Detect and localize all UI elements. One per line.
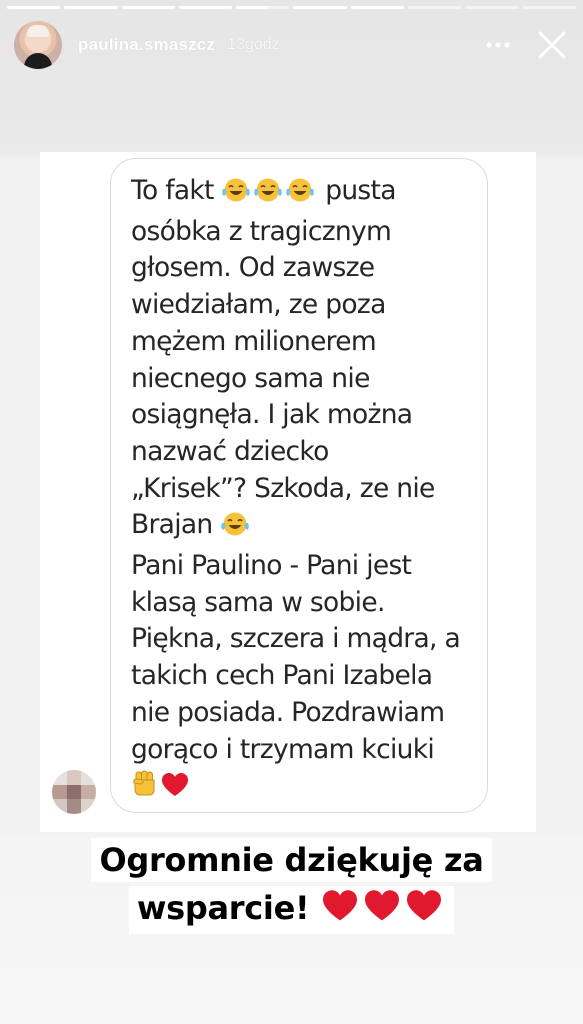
message-line: To fakt pusta [131, 173, 475, 214]
close-icon[interactable] [535, 28, 569, 62]
face-with-tears-of-joy-icon [221, 177, 251, 214]
progress-segment [522, 6, 576, 9]
story-header: paulina.smaszcz 13godz. [14, 18, 569, 72]
progress-segment [178, 6, 233, 9]
message-line: takich cech Pani Izabela [131, 660, 433, 692]
story-progress-bar [7, 6, 576, 9]
progress-segment [7, 6, 61, 9]
message-line: wiedziałam, ze poza [131, 289, 386, 321]
caption-text: wsparcie! [128, 886, 455, 934]
message-line: głosem. Od zawsze [131, 252, 375, 284]
message-line: niecnego sama nie [131, 362, 370, 394]
red-heart-icon [161, 772, 189, 809]
message-line: osóbka z tragicznym [131, 215, 392, 247]
message-bubble: To fakt pusta osóbka z tragicznym głosem… [110, 158, 488, 813]
sender-avatar [52, 770, 96, 814]
raised-fist-icon [131, 768, 159, 809]
message-line: nie posiada. Pozdrawiam [131, 696, 445, 728]
message-line: mężem milionerem [131, 325, 377, 357]
avatar[interactable] [14, 21, 62, 69]
face-with-tears-of-joy-icon [253, 177, 283, 214]
message-line [131, 768, 475, 809]
progress-segment [121, 6, 175, 9]
progress-segment [236, 6, 290, 9]
red-heart-icon [404, 889, 444, 932]
message-line: gorąco i trzymam kciuki [131, 733, 435, 765]
face-with-tears-of-joy-icon [285, 177, 315, 214]
progress-segment [64, 6, 118, 9]
message-line: klasą sama w sobie. [131, 586, 385, 618]
timestamp: 13godz. [227, 36, 285, 53]
progress-segment [293, 6, 347, 9]
progress-segment [465, 6, 519, 9]
username[interactable]: paulina.smaszcz [78, 35, 215, 55]
message-line: Piękna, szczera i mądra, a [131, 623, 461, 655]
message-line: nazwać dziecko [131, 435, 329, 467]
red-heart-icon [362, 889, 402, 932]
message-line: Pani Paulino - Pani jest [131, 550, 412, 582]
progress-segment [350, 6, 405, 9]
message-line: „Krisek”? Szkoda, ze nie [131, 472, 435, 504]
face-with-tears-of-joy-icon [220, 511, 250, 548]
message-line: Brajan [131, 507, 475, 548]
message-line: osiągnęła. I jak można [131, 399, 413, 431]
story-caption: Ogromnie dziękuję za wsparcie! [0, 838, 583, 938]
caption-text: Ogromnie dziękuję za [91, 838, 492, 882]
more-horizontal-icon[interactable] [483, 30, 513, 60]
story-viewer[interactable]: paulina.smaszcz 13godz. To fakt pusta os… [0, 0, 583, 1024]
progress-segment [408, 6, 462, 9]
red-heart-icon [320, 889, 360, 932]
